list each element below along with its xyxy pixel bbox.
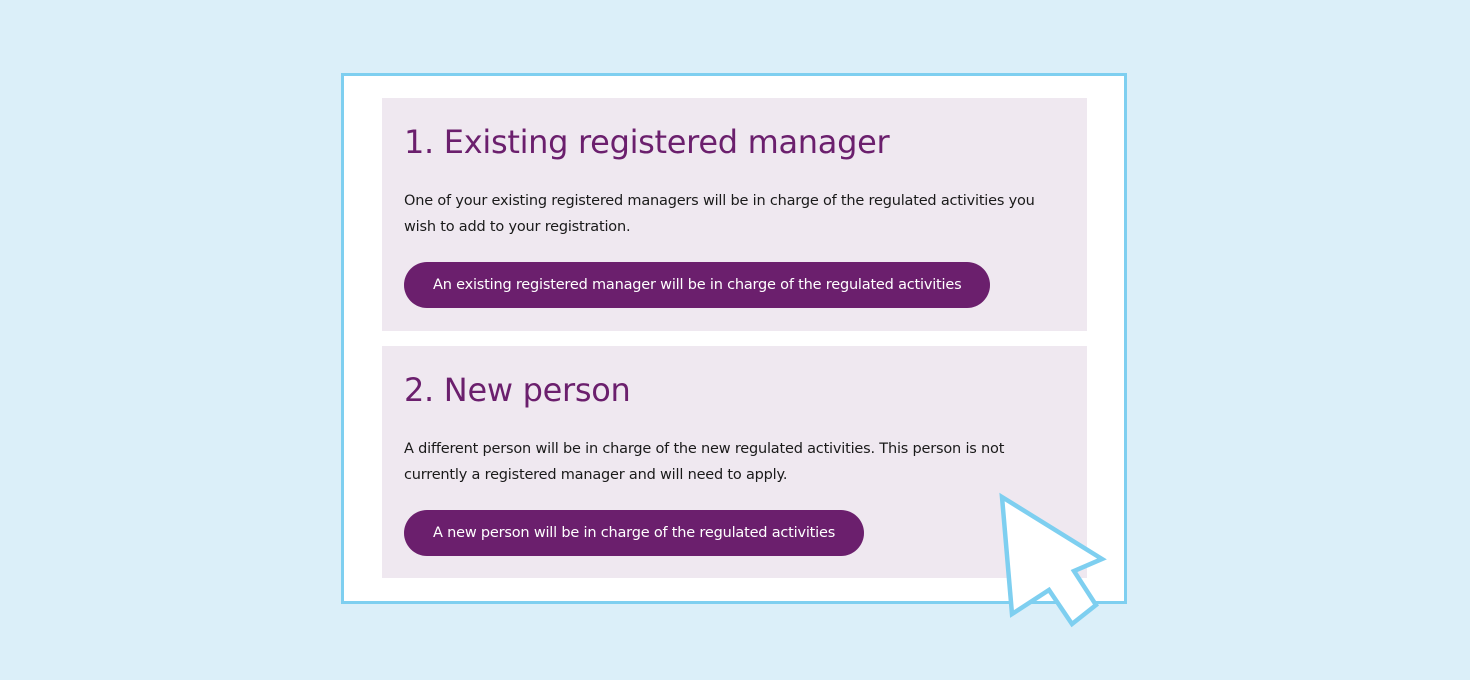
option-title: 1. Existing registered manager (404, 123, 890, 161)
new-person-button[interactable]: A new person will be in charge of the re… (404, 510, 865, 556)
option-description: A different person will be in charge of … (404, 441, 1005, 483)
option-title: 2. New person (404, 371, 631, 409)
existing-manager-button[interactable]: An existing registered manager will be i… (404, 262, 991, 308)
option-card-existing-manager: 1. Existing registered manager One of yo… (382, 98, 1087, 331)
option-card-new-person: 2. New person A different person will be… (382, 346, 1087, 578)
option-description: One of your existing registered managers… (404, 193, 1035, 235)
mouse-pointer-arrow-icon (999, 492, 1107, 628)
